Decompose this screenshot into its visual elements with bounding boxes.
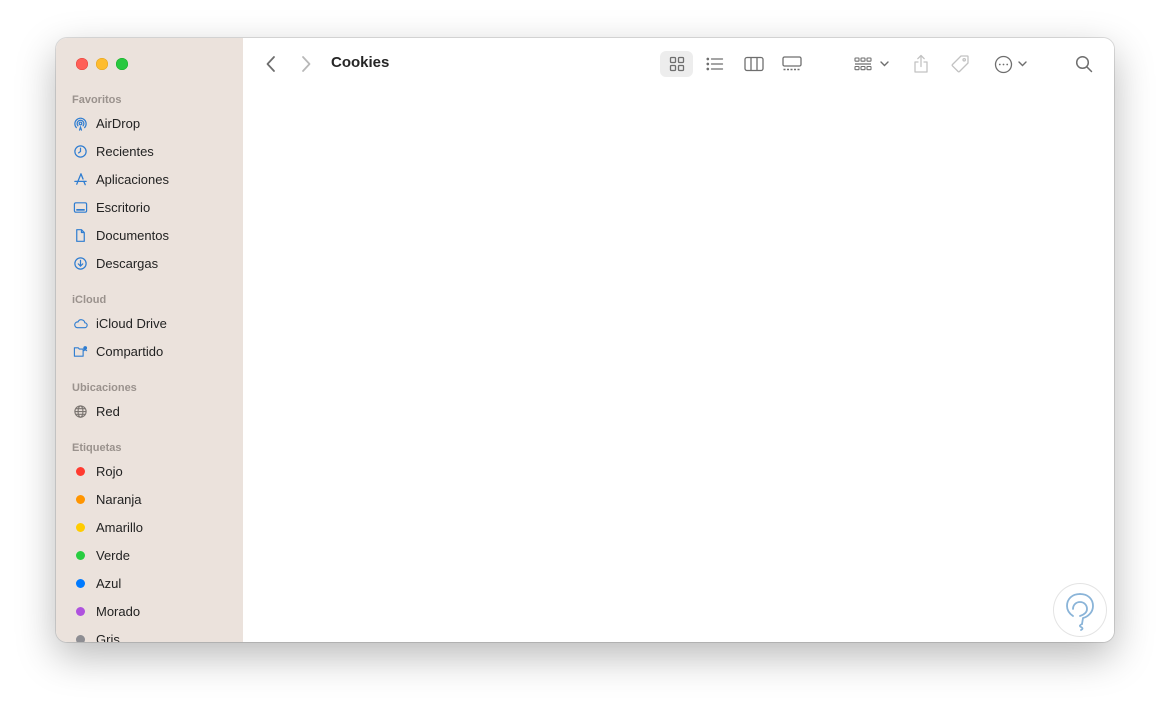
sidebar-item-red[interactable]: Red	[72, 400, 120, 422]
tag-dot-icon	[76, 634, 85, 642]
clock-icon	[72, 143, 88, 159]
icon-view-button[interactable]	[660, 51, 693, 77]
content-area[interactable]: Cookies	[243, 38, 1114, 642]
document-icon	[72, 227, 88, 243]
chevron-down-icon	[879, 61, 889, 67]
sidebar-item-descargas[interactable]: Descargas	[72, 252, 158, 274]
close-button[interactable]	[76, 58, 88, 70]
toolbar: Cookies	[243, 38, 1114, 90]
ellipsis-circle-icon	[994, 55, 1012, 73]
forward-button[interactable]	[296, 53, 316, 75]
finder-window: Favoritos AirDrop Recientes Aplicaciones…	[56, 38, 1114, 642]
section-title-etiquetas: Etiquetas	[72, 442, 122, 454]
sidebar-item-label: Descargas	[96, 255, 159, 271]
tag-dot-icon	[76, 550, 85, 560]
sidebar-item-label: Naranja	[96, 491, 142, 507]
more-actions-button[interactable]	[989, 51, 1031, 77]
chevron-left-icon	[266, 56, 275, 72]
apps-icon	[72, 171, 88, 187]
sidebar-item-escritorio[interactable]: Escritorio	[72, 196, 150, 218]
sidebar-item-label: Recientes	[96, 143, 154, 159]
search-icon	[1075, 55, 1093, 73]
sidebar-item-label: Compartido	[96, 343, 164, 359]
sidebar-item-label: Documentos	[96, 227, 169, 243]
gallery-view-icon	[781, 56, 802, 71]
shared-folder-icon	[72, 343, 88, 359]
sidebar-item-label: Red	[96, 403, 120, 419]
sidebar-item-icloud-drive[interactable]: iCloud Drive	[72, 312, 167, 334]
tag-dot-icon	[76, 606, 85, 616]
window-title: Cookies	[331, 54, 390, 71]
sidebar-item-label: Gris	[96, 631, 120, 643]
sidebar-item-label: Rojo	[96, 463, 123, 479]
airdrop-icon	[72, 115, 88, 131]
sidebar-item-label: Amarillo	[96, 519, 143, 535]
sidebar-item-label: Morado	[96, 603, 141, 619]
tag-dot-icon	[76, 522, 85, 532]
sidebar: Favoritos AirDrop Recientes Aplicaciones…	[56, 38, 244, 642]
sidebar-tag-gris[interactable]: Gris	[72, 628, 120, 642]
sidebar-tag-morado[interactable]: Morado	[72, 600, 140, 622]
sidebar-tag-verde[interactable]: Verde	[72, 544, 130, 566]
sidebar-item-aplicaciones[interactable]: Aplicaciones	[72, 168, 169, 190]
list-view-button[interactable]	[698, 51, 731, 77]
sidebar-item-documentos[interactable]: Documentos	[72, 224, 169, 246]
sidebar-item-airdrop[interactable]: AirDrop	[72, 112, 140, 134]
window-controls	[76, 58, 128, 70]
help-balloon-icon	[1066, 593, 1094, 631]
chevron-right-icon	[302, 56, 311, 72]
search-button[interactable]	[1072, 52, 1096, 76]
grid-view-icon	[669, 56, 684, 72]
tag-dot-icon	[76, 466, 85, 476]
globe-icon	[72, 403, 88, 419]
sidebar-tag-azul[interactable]: Azul	[72, 572, 121, 594]
tag-button[interactable]	[947, 51, 973, 77]
watermark-logo	[1054, 584, 1106, 636]
group-button[interactable]	[851, 51, 891, 77]
sidebar-item-label: Escritorio	[96, 199, 151, 215]
sidebar-item-label: Azul	[96, 575, 122, 591]
column-view-icon	[743, 56, 764, 72]
sidebar-tag-amarillo[interactable]: Amarillo	[72, 516, 143, 538]
section-title-icloud: iCloud	[72, 294, 107, 306]
tag-icon	[951, 55, 969, 73]
sidebar-item-compartido[interactable]: Compartido	[72, 340, 163, 362]
list-view-icon	[705, 57, 723, 71]
download-icon	[72, 255, 88, 271]
sidebar-tag-naranja[interactable]: Naranja	[72, 488, 142, 510]
share-icon	[914, 54, 928, 73]
chevron-down-icon	[1017, 61, 1027, 67]
column-view-button[interactable]	[737, 51, 770, 77]
sidebar-item-label: Aplicaciones	[96, 171, 169, 187]
section-title-favoritos: Favoritos	[72, 94, 122, 106]
sidebar-item-label: Verde	[96, 547, 130, 563]
section-title-ubicaciones: Ubicaciones	[72, 382, 137, 394]
sidebar-tag-rojo[interactable]: Rojo	[72, 460, 123, 482]
sidebar-item-label: AirDrop	[96, 115, 141, 131]
zoom-button[interactable]	[116, 58, 128, 70]
minimize-button[interactable]	[96, 58, 108, 70]
tag-dot-icon	[76, 494, 85, 504]
share-button[interactable]	[909, 50, 933, 78]
tag-dot-icon	[76, 578, 85, 588]
cloud-icon	[72, 315, 88, 331]
desktop-icon	[72, 199, 88, 215]
sidebar-item-recientes[interactable]: Recientes	[72, 140, 154, 162]
gallery-view-button[interactable]	[775, 51, 808, 77]
group-icon	[853, 57, 872, 71]
sidebar-item-label: iCloud Drive	[96, 315, 167, 331]
back-button[interactable]	[261, 53, 281, 75]
